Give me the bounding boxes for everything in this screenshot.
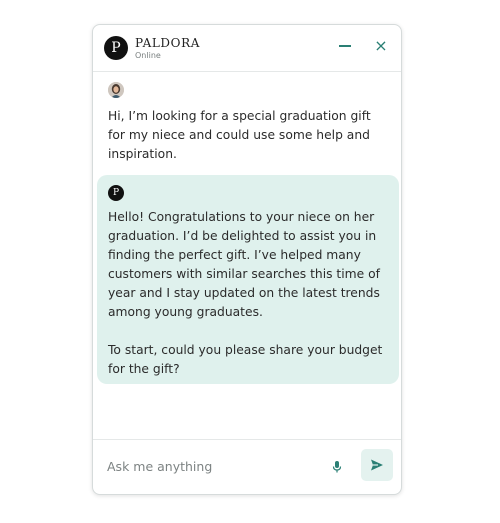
send-icon bbox=[371, 459, 383, 471]
bot-message-paragraph: To start, could you please share your bu… bbox=[108, 343, 383, 376]
minimize-icon[interactable] bbox=[339, 45, 351, 47]
chat-input[interactable] bbox=[107, 456, 307, 476]
microphone-icon[interactable] bbox=[331, 459, 343, 473]
online-status: Online bbox=[135, 51, 161, 60]
brand-logo: P bbox=[104, 36, 128, 60]
chat-footer bbox=[93, 439, 401, 494]
user-message: Hi, I’m looking for a special graduation… bbox=[108, 109, 371, 161]
brand-name: PALDORA bbox=[135, 36, 200, 50]
close-icon[interactable]: × bbox=[373, 38, 389, 54]
bot-message-bubble: P Hello! Congratulations to your niece o… bbox=[97, 175, 399, 384]
bot-message-paragraph: Hello! Congratulations to your niece on … bbox=[108, 210, 380, 319]
bot-avatar: P bbox=[108, 185, 124, 201]
user-avatar bbox=[108, 82, 124, 98]
send-button[interactable] bbox=[361, 449, 393, 481]
chat-header: P PALDORA Online × bbox=[93, 25, 401, 72]
bot-message: Hello! Congratulations to your niece on … bbox=[108, 208, 388, 379]
chat-widget: P PALDORA Online × Hi, I’m looking for a… bbox=[92, 24, 402, 495]
